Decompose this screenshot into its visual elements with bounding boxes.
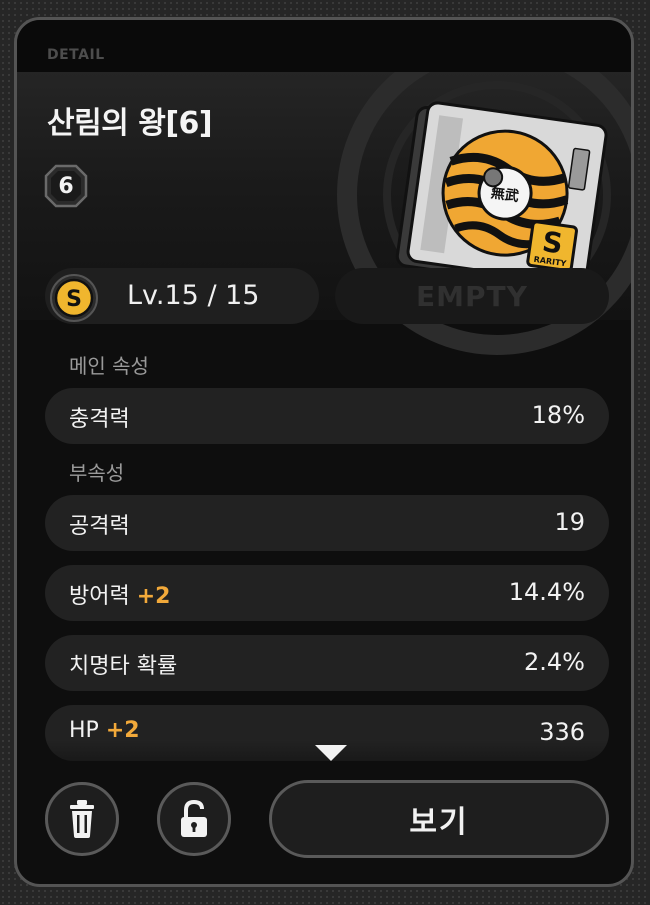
sub-attr-value: 14.4% [508, 578, 585, 606]
sub-attr-value: 19 [554, 508, 585, 536]
sub-attr-value: 2.4% [524, 648, 585, 676]
view-button[interactable]: 보기 [269, 780, 609, 858]
delete-button[interactable] [45, 782, 119, 856]
rank-letter: S [66, 287, 82, 312]
sub-attr-name: 공격력 [69, 514, 130, 539]
main-attr-row: 충격력 18% [45, 388, 609, 444]
main-attr-name: 충격력 [69, 407, 130, 432]
scroll-down-arrow-icon[interactable] [313, 743, 349, 763]
sub-attr-name: 방어력 +2 [69, 584, 171, 609]
lock-toggle-button[interactable] [157, 782, 231, 856]
unlock-icon [181, 799, 207, 837]
item-title: 산림의 왕[6] [47, 106, 213, 141]
sub-attr-bonus: +2 [136, 584, 171, 609]
sub-attr-row: 공격력 19 [45, 495, 609, 551]
sub-attr-row: 치명타 확률 2.4% [45, 635, 609, 691]
level-text: Lv.15 / 15 [127, 280, 260, 311]
detail-label: DETAIL [47, 47, 105, 63]
drive-disc-image: 無武 S RARITY [395, 101, 608, 288]
rank-s-icon: S [50, 274, 98, 322]
main-attr-value: 18% [531, 401, 585, 429]
set-number: 6 [58, 173, 74, 199]
trash-icon [70, 800, 94, 838]
empty-slot[interactable]: EMPTY [335, 268, 609, 324]
sub-attr-name: 치명타 확률 [69, 654, 178, 679]
detail-panel: DETAIL 산림의 왕[6] 6 無武 S RARITY S Lv.15 / … [14, 17, 634, 887]
empty-slot-label: EMPTY [416, 279, 528, 313]
sub-attr-row: 방어력 +2 14.4% [45, 565, 609, 621]
view-button-label: 보기 [409, 805, 469, 840]
main-attr-label: 메인 속성 [69, 354, 149, 378]
sub-attr-label: 부속성 [69, 461, 125, 485]
top-strip [17, 20, 631, 72]
